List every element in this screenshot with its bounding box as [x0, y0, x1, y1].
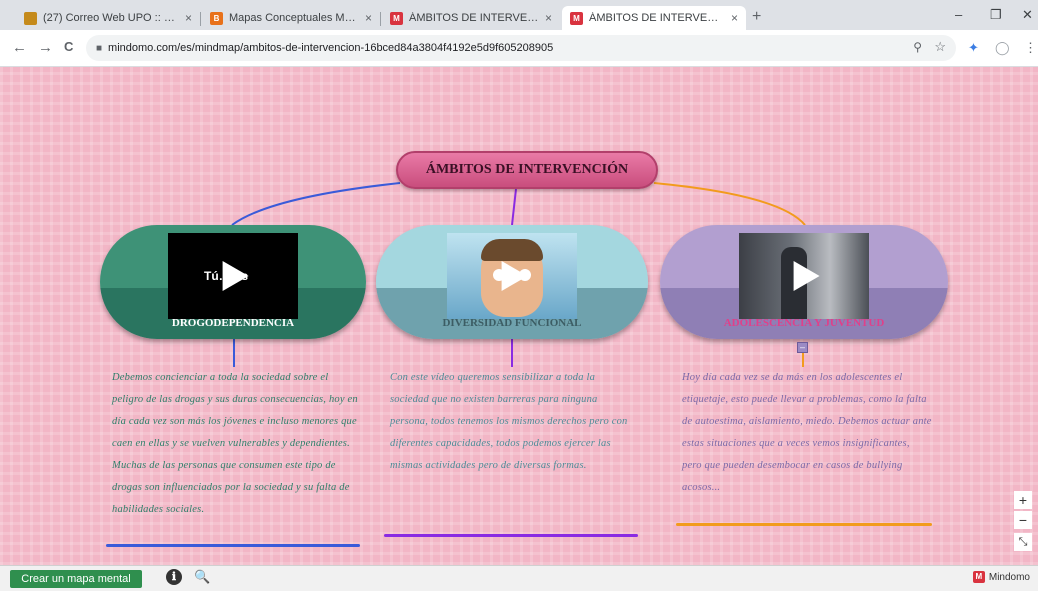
fit-to-screen-button[interactable]: ⤡	[1014, 533, 1032, 551]
create-mindmap-button[interactable]: Crear un mapa mental	[10, 570, 142, 588]
zoom-in-button[interactable]: +	[1014, 491, 1032, 509]
mindmap-canvas[interactable]: ÁMBITOS DE INTERVENCIÓN Tú…tes DROGODEPE…	[0, 67, 1038, 565]
tab-mapas-conceptuales[interactable]: B Mapas Conceptuales Multimedia ×	[202, 6, 380, 30]
info-icon[interactable]: ℹ	[166, 569, 182, 585]
browser-toolbar: ← → C ■ mindomo.com/es/mindmap/ambitos-d…	[0, 30, 1038, 67]
new-tab-button[interactable]: +	[752, 8, 761, 26]
zoom-out-button[interactable]: −	[1014, 511, 1032, 529]
profile-icon[interactable]: ◯	[995, 40, 1010, 56]
video-thumbnail[interactable]: Tú…tes	[168, 233, 298, 319]
tab-title: ÁMBITOS DE INTERVENCIÓN DE	[409, 12, 539, 24]
tab-title: Mapas Conceptuales Multimedia	[229, 12, 359, 24]
tab-ambitos-active[interactable]: M ÁMBITOS DE INTERVENCIÓN - M ×	[562, 6, 746, 30]
close-tab-icon[interactable]: ×	[365, 11, 372, 25]
mindomo-favicon-icon: M	[390, 11, 403, 25]
tab-title: ÁMBITOS DE INTERVENCIÓN - M	[589, 12, 725, 24]
topic-label: DROGODEPENDENCIA	[171, 317, 295, 329]
underline-diversidad-funcional	[384, 534, 638, 537]
description-drogodependencia: Debemos concienciar a toda la sociedad s…	[112, 372, 358, 515]
reload-button[interactable]: C	[64, 39, 73, 54]
topic-adolescencia-juventud[interactable]: ADOLESCENCIA Y JUVENTUD	[660, 225, 948, 339]
topic-label: ADOLESCENCIA Y JUVENTUD	[723, 317, 885, 329]
brand-name: Mindomo	[988, 571, 1030, 583]
mindomo-logo-icon: M	[972, 571, 985, 583]
tab-ambitos-1[interactable]: M ÁMBITOS DE INTERVENCIÓN DE ×	[382, 6, 560, 30]
forward-button[interactable]: →	[38, 39, 53, 56]
tab-correo[interactable]: (27) Correo Web UPO :: Entrada ×	[16, 6, 200, 30]
collapse-toggle[interactable]: –	[797, 342, 808, 353]
url-text: mindomo.com/es/mindmap/ambitos-de-interv…	[108, 42, 554, 54]
play-icon[interactable]	[501, 261, 528, 291]
back-button[interactable]: ←	[12, 39, 27, 56]
topic-diversidad-funcional[interactable]: DIVERSIDAD FUNCIONAL	[376, 225, 648, 339]
extension-icon[interactable]: ✦	[968, 40, 979, 56]
mail-favicon-icon	[24, 11, 37, 25]
close-tab-icon[interactable]: ×	[545, 11, 552, 25]
zoom-icon[interactable]: ⚲	[913, 40, 922, 54]
maximize-button[interactable]: ❐	[990, 7, 1002, 23]
search-icon[interactable]: 🔍	[194, 569, 210, 585]
tab-title: (27) Correo Web UPO :: Entrada	[43, 12, 179, 24]
connector-line-right	[653, 182, 806, 226]
video-thumbnail[interactable]	[447, 233, 577, 319]
address-bar[interactable]: ■ mindomo.com/es/mindmap/ambitos-de-inte…	[86, 35, 956, 61]
topic-drogodependencia[interactable]: Tú…tes DROGODEPENDENCIA	[100, 225, 366, 339]
central-topic[interactable]: ÁMBITOS DE INTERVENCIÓN	[396, 151, 658, 189]
topic-label: DIVERSIDAD FUNCIONAL	[442, 317, 582, 329]
app-footer: Crear un mapa mental ℹ 🔍 M Mindomo	[0, 565, 1038, 591]
menu-icon[interactable]: ⋮	[1024, 40, 1037, 56]
mindomo-brand[interactable]: M Mindomo	[972, 571, 1030, 583]
video-thumbnail[interactable]	[739, 233, 869, 319]
star-icon[interactable]: ☆	[934, 39, 946, 55]
close-window-button[interactable]: ✕	[1022, 7, 1033, 23]
browser-tab-strip: (27) Correo Web UPO :: Entrada × B Mapas…	[0, 0, 1038, 30]
connector-line-middle	[511, 188, 517, 226]
blogger-favicon-icon: B	[210, 11, 223, 25]
minimize-button[interactable]: –	[955, 7, 962, 22]
connector-line-left	[231, 182, 401, 226]
underline-adolescencia-juventud	[676, 523, 932, 526]
play-icon[interactable]	[222, 261, 249, 291]
description-diversidad-funcional: Con este vídeo queremos sensibilizar a t…	[390, 372, 628, 471]
description-adolescencia-juventud: Hoy día cada vez se da más en los adoles…	[682, 372, 932, 493]
close-tab-icon[interactable]: ×	[731, 11, 738, 25]
lock-icon: ■	[96, 42, 103, 54]
underline-drogodependencia	[106, 544, 360, 547]
close-tab-icon[interactable]: ×	[185, 11, 192, 25]
mindomo-favicon-icon: M	[570, 11, 583, 25]
play-icon[interactable]	[793, 261, 820, 291]
